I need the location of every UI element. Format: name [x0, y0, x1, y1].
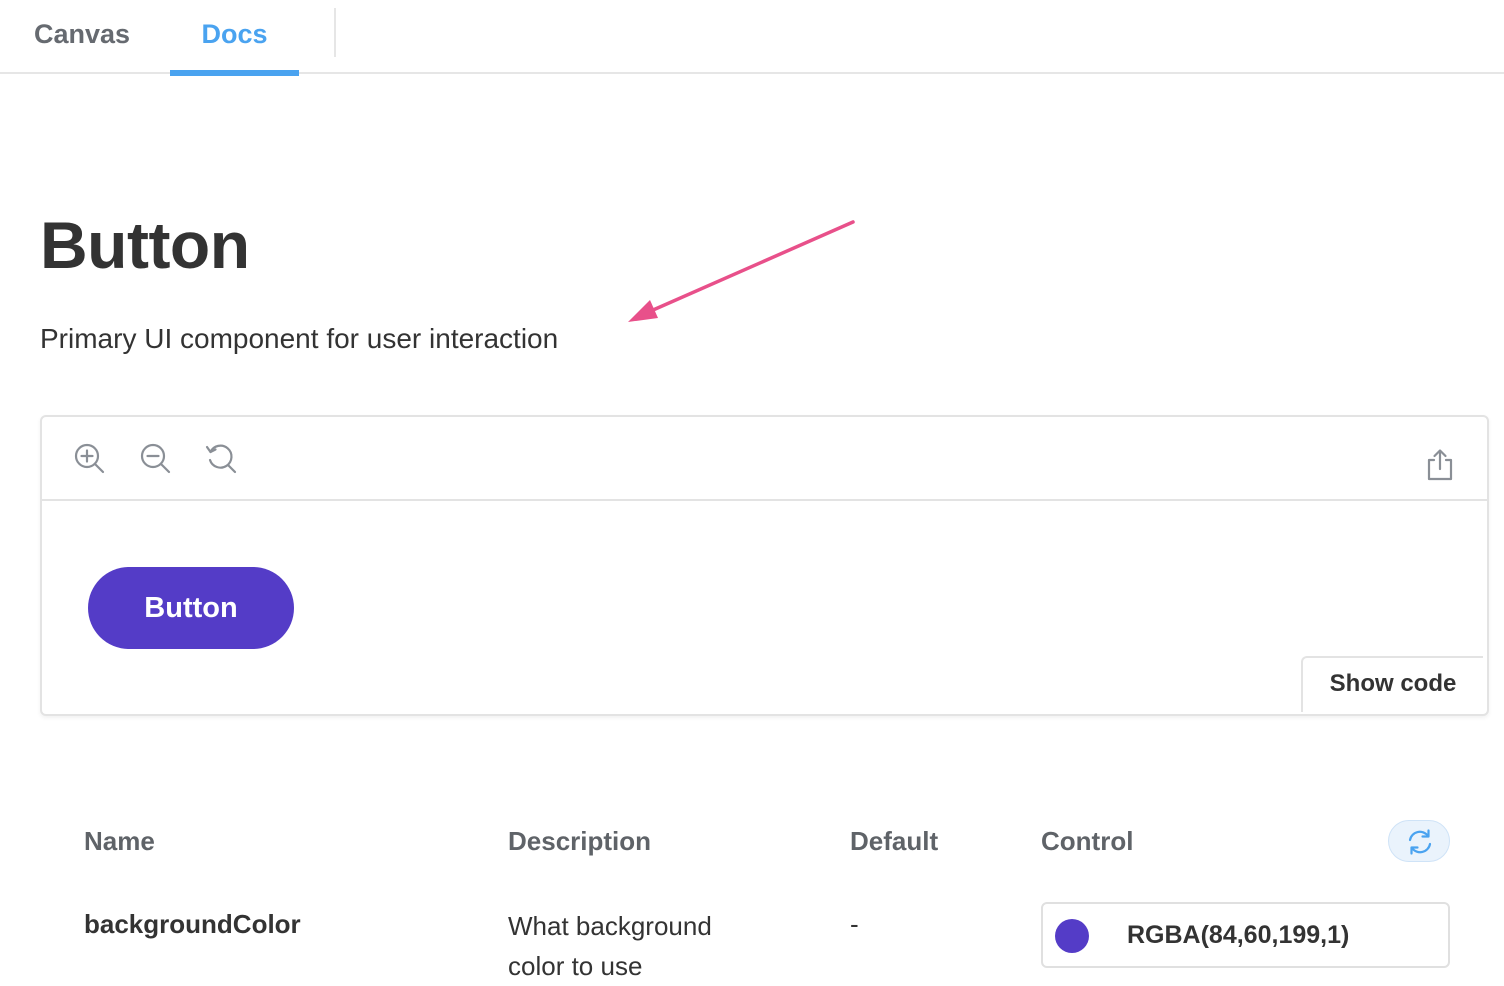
tab-bar: Canvas Docs [0, 0, 1504, 76]
tab-canvas[interactable]: Canvas [0, 0, 164, 74]
column-header-default: Default [850, 826, 939, 856]
component-description: Primary UI component for user interactio… [40, 323, 559, 354]
active-tab-indicator [170, 70, 299, 76]
tab-docs[interactable]: Docs [170, 0, 299, 76]
page-title: Button [40, 208, 250, 282]
show-code-button[interactable]: Show code [1301, 656, 1483, 712]
reset-controls-button[interactable] [1388, 820, 1450, 862]
annotation-arrow-icon [628, 220, 855, 322]
tab-separator [334, 8, 336, 57]
preview-toolbar [42, 417, 1487, 501]
refresh-icon [1408, 829, 1432, 855]
column-header-control: Control [1041, 826, 1134, 856]
tab-docs-label: Docs [201, 19, 268, 49]
share-icon[interactable] [1422, 447, 1458, 483]
color-swatch[interactable] [1055, 919, 1089, 953]
column-header-description: Description [508, 826, 652, 856]
column-header-name: Name [84, 826, 155, 856]
arg-description: What background color to use [508, 911, 712, 981]
color-value-text: RGBA(84,60,199,1) [1127, 921, 1350, 949]
reset-zoom-icon[interactable] [204, 441, 240, 477]
color-picker-control[interactable]: RGBA(84,60,199,1) [1041, 902, 1450, 968]
zoom-out-icon[interactable] [138, 441, 174, 477]
demo-primary-button[interactable]: Button [88, 567, 294, 649]
story-preview: Button Show code [40, 415, 1489, 716]
arg-default: - [850, 909, 859, 939]
zoom-in-icon[interactable] [72, 441, 108, 477]
arg-name: backgroundColor [84, 909, 301, 939]
